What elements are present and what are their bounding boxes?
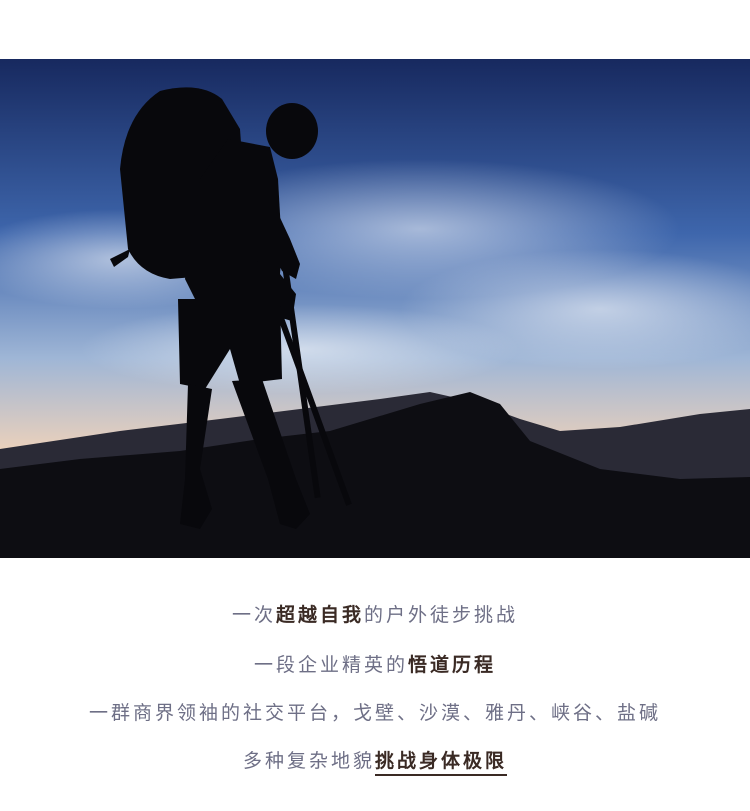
caption-line-3: 一群商界领袖的社交平台，戈壁、沙漠、雅丹、峡谷、盐碱 xyxy=(0,698,750,725)
caption-line-3-text: 一群商界领袖的社交平台，戈壁、沙漠、雅丹、峡谷、盐碱 xyxy=(88,702,661,724)
caption-line-1: 一次超越自我的户外徒步挑战 xyxy=(0,600,750,627)
caption-line-4-pre: 多种复杂地貌 xyxy=(242,750,375,772)
caption-line-2-highlight: 悟道历程 xyxy=(408,654,497,676)
caption-line-1-pre: 一次 xyxy=(231,604,276,626)
hiker-silhouette-image xyxy=(0,59,750,558)
caption-line-1-post: 的户外徒步挑战 xyxy=(364,604,519,626)
caption-line-1-highlight: 超越自我 xyxy=(275,604,364,626)
caption-line-4: 多种复杂地貌挑战身体极限 xyxy=(0,746,750,776)
hero-photo xyxy=(0,59,750,558)
caption-line-2-pre: 一段企业精英的 xyxy=(253,654,408,676)
caption-line-4-highlight: 挑战身体极限 xyxy=(375,750,508,776)
caption-line-2: 一段企业精英的悟道历程 xyxy=(0,650,750,677)
